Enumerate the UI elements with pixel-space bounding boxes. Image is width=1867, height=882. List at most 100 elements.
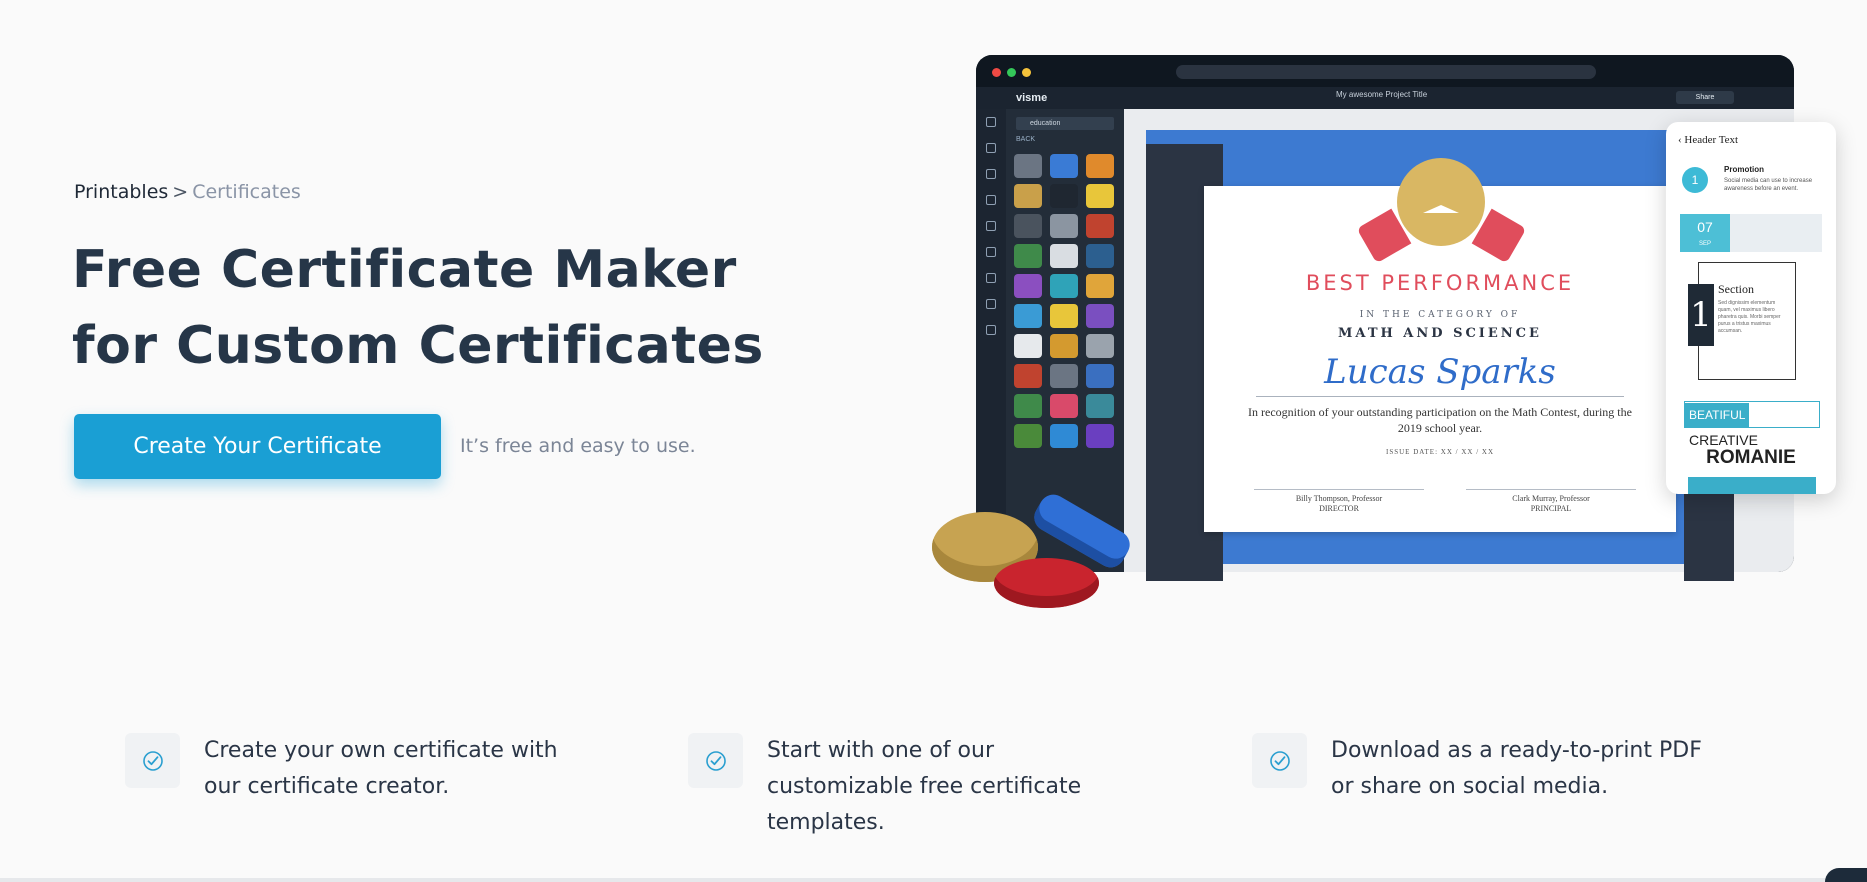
graphic-pen-icon (1050, 184, 1078, 208)
rail-files-icon (976, 291, 1006, 317)
graphic-ruler-icon (1014, 154, 1042, 178)
signer-2-title: PRINCIPAL (1530, 504, 1572, 513)
graphic-globe-icon (1050, 364, 1078, 388)
mockup-icon-grid (1014, 154, 1118, 448)
graphic-grad-cap-icon (1014, 394, 1042, 418)
graphic-globe-icon (1014, 364, 1042, 388)
graphic-pencil-icon (1050, 304, 1078, 328)
feature-item: Download as a ready-to-print PDF or shar… (1252, 733, 1702, 805)
graphic-keyboard-icon (1050, 244, 1078, 268)
date-day: 07 (1697, 219, 1713, 235)
mockup-share-button: Share (1676, 91, 1734, 104)
feature-item: Create your own certificate with our cer… (125, 733, 575, 805)
section-text: Sed dignissim elementum quam, vel maximu… (1718, 300, 1781, 334)
window-zoom-dot (1007, 68, 1016, 77)
graphic-head-icon (1086, 244, 1114, 268)
breadcrumb-printables-link[interactable]: Printables (74, 181, 168, 203)
certificate-body: In recognition of your outstanding parti… (1248, 405, 1632, 435)
rail-apps-icon (976, 317, 1006, 343)
creative-text: CREATIVE (1689, 432, 1758, 448)
certificate-paper: BEST PERFORMANCE IN THE CATEGORY OF MATH… (1204, 158, 1676, 532)
graphic-chalkboard-icon (1086, 394, 1114, 418)
graphic-pens-icon (1014, 304, 1042, 328)
rail-media-icon (976, 239, 1006, 265)
graphic-paper-icon (1014, 334, 1042, 358)
rail-basics-icon (976, 135, 1006, 161)
side-card-header: ‹ Header Text (1678, 134, 1738, 146)
graphic-abacus-icon (1014, 424, 1042, 448)
graduation-cap-icon (1423, 191, 1459, 213)
signer-1-title: DIRECTOR (1319, 504, 1359, 513)
cta-note: It’s free and easy to use. (460, 435, 696, 457)
certificate-subheading: IN THE CATEGORY OF (1359, 310, 1521, 320)
mockup-project-title: My awesome Project Title (1336, 90, 1428, 99)
graphic-grad-cap-icon (1086, 154, 1114, 178)
feature-text: Download as a ready-to-print PDF or shar… (1331, 738, 1702, 799)
page-title: Free Certificate Maker for Custom Certif… (72, 232, 772, 384)
signer-1-name: Billy Thompson, Professor (1295, 494, 1383, 503)
signer-2-name: Clark Murray, Professor (1512, 494, 1590, 503)
visme-logo: visme (1016, 92, 1048, 104)
graphic-pencil-icon (1050, 154, 1078, 178)
beautiful-text: BEATIFUL (1685, 403, 1750, 428)
mockup-back-link: BACK (1016, 136, 1036, 143)
rail-data-icon (976, 213, 1006, 239)
section-title: Section (1718, 282, 1754, 296)
graphic-school-icon (1086, 364, 1114, 388)
rail-graphics-icon (976, 161, 1006, 187)
check-circle-icon (125, 733, 180, 788)
certificate-recipient: Lucas Sparks (1324, 352, 1556, 392)
graphic-abacus-icon (1086, 274, 1114, 298)
graphic-glasses-icon (1050, 214, 1078, 238)
signature-director: Billy Thompson, Professor DIRECTOR (1254, 489, 1424, 514)
graphic-books-icon (1014, 274, 1042, 298)
romanie-text: ROMANIE (1706, 447, 1796, 468)
recipient-underline (1256, 396, 1624, 397)
rail-layouts-icon (976, 109, 1006, 135)
create-certificate-button[interactable]: Create Your Certificate (74, 414, 441, 479)
graphic-calculator-icon (1050, 424, 1078, 448)
chat-widget-icon[interactable] (1825, 868, 1867, 882)
graphic-pencil-icon (1014, 184, 1042, 208)
beautiful-creative-label: BEATIFUL CREATIVE (1684, 401, 1820, 448)
signature-principal: Clark Murray, Professor PRINCIPAL (1466, 489, 1636, 514)
certificate-preview: BEST PERFORMANCE IN THE CATEGORY OF MATH… (1146, 130, 1734, 581)
rail-photos-icon (976, 187, 1006, 213)
red-cylinder-shape (994, 558, 1099, 608)
window-minimize-dot (1022, 68, 1031, 77)
graphic-diamond-icon (1086, 334, 1114, 358)
mockup-editor-toolbar: visme My awesome Project Title Share (976, 87, 1794, 109)
graphic-board-icon (1014, 244, 1042, 268)
certificate-heading: BEST PERFORMANCE (1305, 271, 1575, 295)
date-badge: 07 SEP (1680, 214, 1730, 252)
graphic-eraser-icon (1086, 184, 1114, 208)
mockup-side-card: ‹ Header Text 1 Promotion Social media c… (1666, 122, 1836, 494)
certificate-category: MATH AND SCIENCE (1338, 326, 1542, 341)
graphic-trophy-icon (1050, 334, 1078, 358)
promotion-title: Promotion (1724, 165, 1764, 174)
date-detail-bar (1730, 214, 1822, 252)
window-close-dot (992, 68, 1001, 77)
graphic-calculator-icon (1086, 214, 1114, 238)
graphic-atom-icon (1086, 424, 1114, 448)
rail-theme-icon (976, 265, 1006, 291)
page-title-line-1: Free Certificate Maker (72, 240, 737, 300)
breadcrumb-current: Certificates (192, 181, 301, 203)
side-card-footer-bar (1688, 477, 1816, 494)
side-card-header-text: Header Text (1684, 134, 1739, 146)
graphic-flask-icon (1086, 304, 1114, 328)
graphic-laptop-icon (1050, 274, 1078, 298)
mockup-window-bar (976, 55, 1794, 87)
check-circle-icon (688, 733, 743, 788)
feature-item: Start with one of our customizable free … (688, 733, 1138, 841)
check-circle-icon (1252, 733, 1307, 788)
page-title-line-2: for Custom Certificates (72, 316, 764, 376)
step-number-badge: 1 (1682, 167, 1708, 193)
section-divider (0, 878, 1867, 882)
feature-text: Start with one of our customizable free … (767, 738, 1082, 835)
certificate-issue-date: ISSUE DATE: XX / XX / XX (1386, 448, 1494, 456)
breadcrumb: Printables > Certificates (74, 181, 301, 203)
promotion-text: Social media can use to increase awarene… (1724, 178, 1813, 192)
graphic-building-icon (1050, 394, 1078, 418)
date-month: SEP (1698, 241, 1711, 247)
